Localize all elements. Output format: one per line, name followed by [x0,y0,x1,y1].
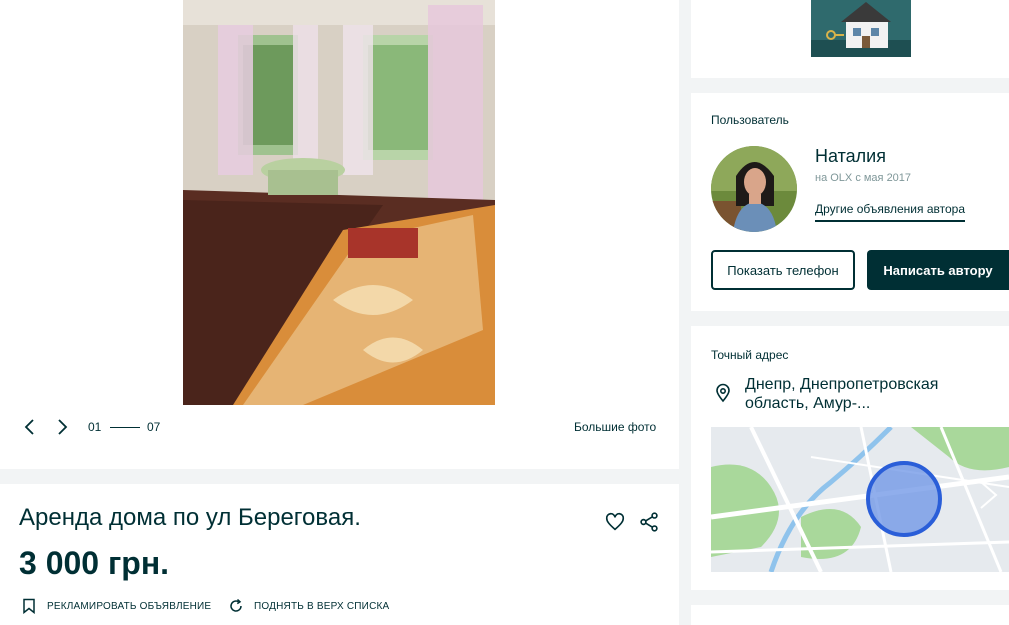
raise-ad-label: ПОДНЯТЬ В ВЕРХ СПИСКА [254,600,390,612]
refresh-icon [230,598,242,612]
ad-title: Аренда дома по ул Береговая. [19,504,361,531]
map-pin-icon [713,383,733,403]
other-ads-link[interactable]: Другие объявления автора [815,202,966,222]
next-card [691,605,1009,625]
big-photos-link[interactable]: Большие фото [574,420,656,434]
user-name: Наталия [815,146,886,166]
user-member-since: на OLX с мая 2017 [815,172,912,184]
share-button[interactable] [638,511,660,533]
promote-ad-link[interactable]: РЕКЛАМИРОВАТЬ ОБЪЯВЛЕНИЕ [21,598,211,614]
heart-icon [605,512,625,531]
write-author-button[interactable]: Написать автору [867,250,1009,290]
photo-counter-current: 01 [88,420,102,434]
bookmark-icon [23,598,35,614]
promote-ad-label: РЕКЛАМИРОВАТЬ ОБЪЯВЛЕНИЕ [47,600,212,612]
location-address: Днепр, Днепропетровская область, Амур-..… [745,376,939,412]
user-section-label: Пользователь [711,113,789,127]
show-phone-button[interactable]: Показать телефон [711,250,855,290]
photo-counter-divider [110,427,140,428]
favorite-button[interactable] [604,511,626,533]
house-banner-image [811,0,911,57]
photo-counter-total: 07 [147,420,161,434]
avatar[interactable] [711,146,797,232]
chevron-left-icon [24,419,34,435]
listing-photo[interactable] [183,0,495,405]
chevron-right-icon [58,419,68,435]
share-icon [640,512,658,532]
raise-ad-link[interactable]: ПОДНЯТЬ В ВЕРХ СПИСКА [228,598,389,614]
ad-price: 3 000 грн. [19,545,170,581]
prev-photo-button[interactable] [20,417,40,437]
next-photo-button[interactable] [52,417,72,437]
location-map[interactable] [711,427,1009,572]
location-section-label: Точный адрес [711,348,789,362]
